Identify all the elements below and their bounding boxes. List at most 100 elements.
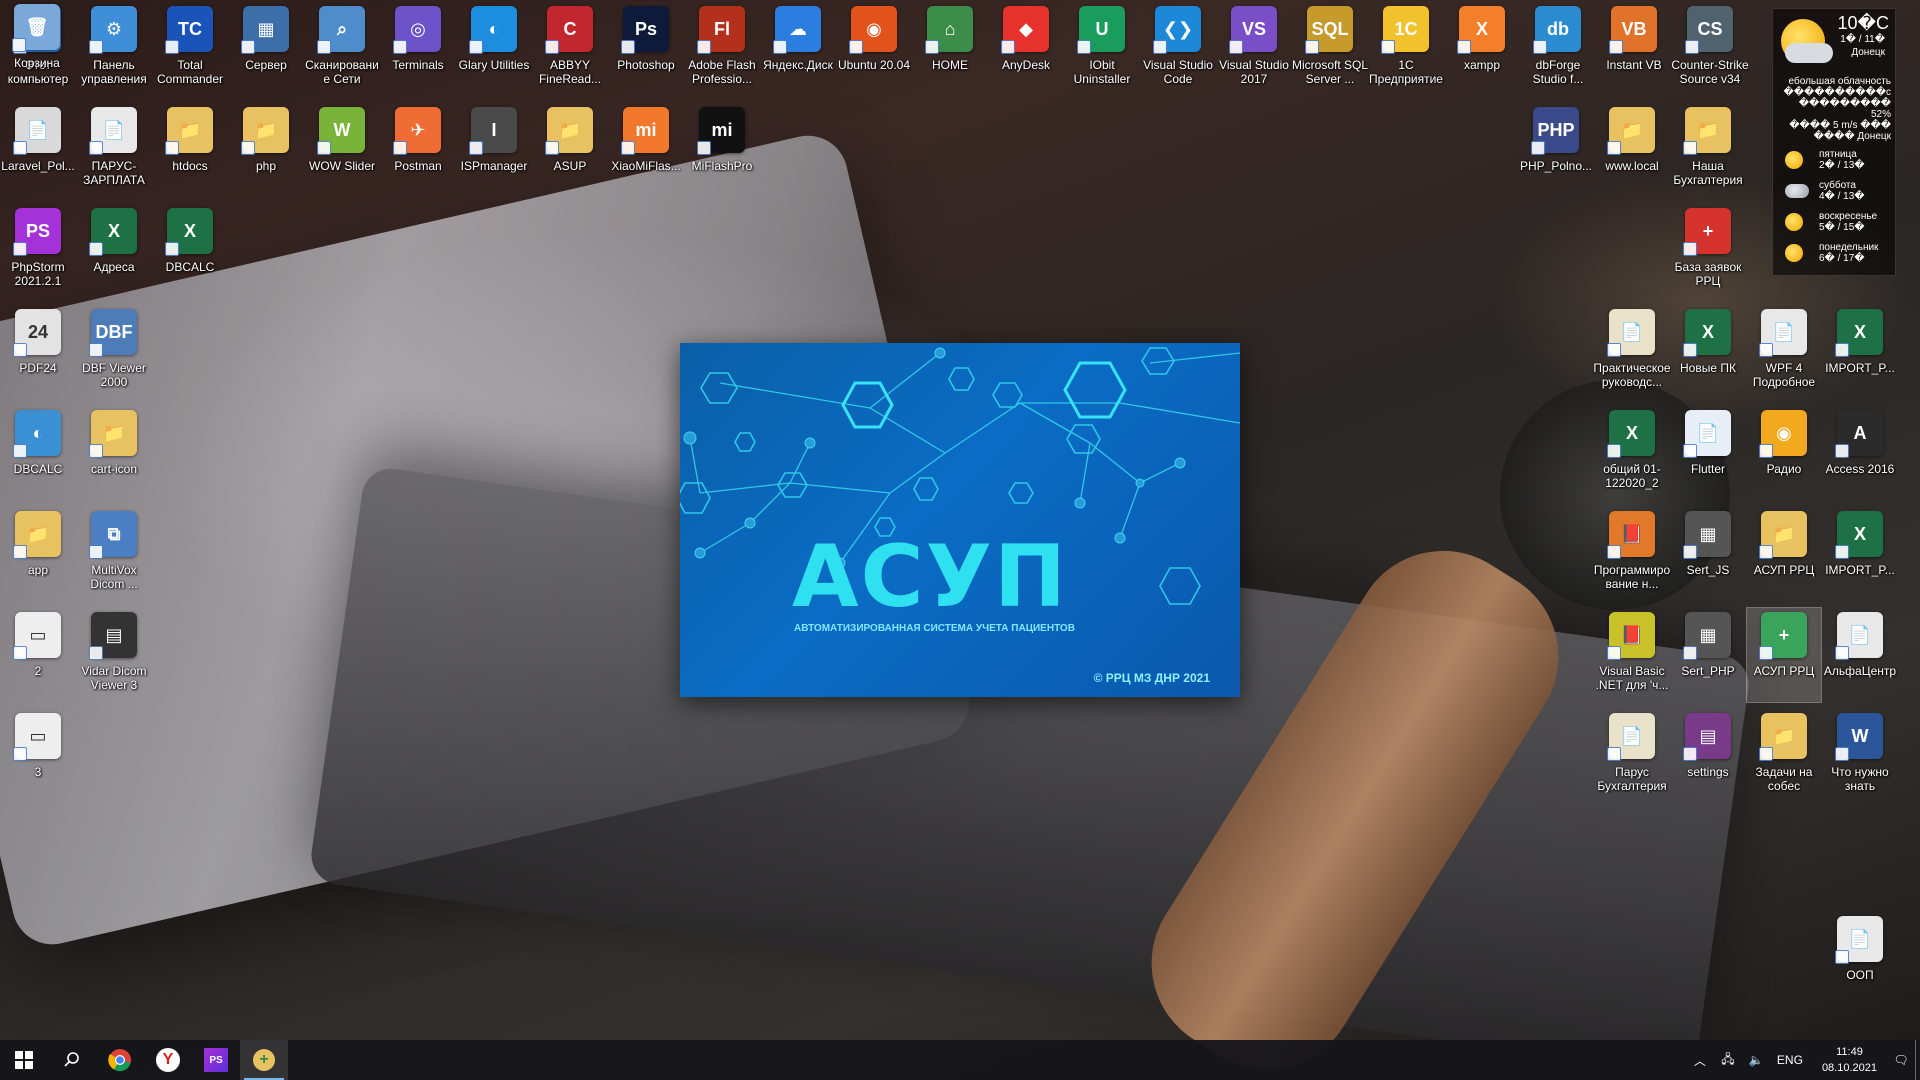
desktop-icon-2[interactable]: ▭ 2 [1,608,75,702]
desktop-icon-label: Наша Бухгалтерия [1673,159,1743,187]
desktop-icon-terminals[interactable]: ◎ Terminals [381,2,455,96]
desktop-icon-visual-studio-2017[interactable]: VS Visual Studio 2017 [1217,2,1291,96]
desktop-icon-iobit-uninstaller[interactable]: U IObit Uninstaller [1065,2,1139,96]
desktop-icon-dbcalc[interactable]: ◐ DBCALC [1,406,75,500]
clock[interactable]: 11:49 08.10.2021 [1822,1044,1877,1076]
desktop-icon-app[interactable]: 📁 app [1,507,75,601]
desktop-icon-dbforge-studio-f[interactable]: db dbForge Studio f... [1521,2,1595,96]
desktop-icon-wpf-4-подробное-руков[interactable]: 📄 WPF 4 Подробное руков... [1747,305,1821,399]
desktop-icon-vidar-dicom-viewer-3[interactable]: ▤ Vidar Dicom Viewer 3 [77,608,151,702]
app-icon: 📄 [1835,612,1883,660]
desktop-icon-sert-php[interactable]: ▦ Sert_PHP [1671,608,1745,702]
desktop-icon-наша-бухгалтерия[interactable]: 📁 Наша Бухгалтерия [1671,103,1745,197]
desktop-icon-glary-utilities[interactable]: ◐ Glary Utilities [457,2,531,96]
desktop-icon-яндекс-диск[interactable]: ☁ Яндекс.Диск [761,2,835,96]
desktop-icon-anydesk[interactable]: ◆ AnyDesk [989,2,1063,96]
desktop-icon-label: ABBYY FineRead... [538,58,602,86]
language-indicator[interactable]: ENG [1773,1053,1807,1067]
desktop-icon-sert-js[interactable]: ▦ Sert_JS [1671,507,1745,601]
desktop-icon-flutter[interactable]: 📄 Flutter [1671,406,1745,500]
desktop-icon-counter-strike-source-v34[interactable]: CS Counter-Strike Source v34 [1671,2,1749,96]
desktop-icon-альфацентр[interactable]: 📄 АльфаЦентр [1823,608,1897,702]
desktop-icon-адреса[interactable]: X Адреса [77,204,151,298]
desktop-icon-miflashpro[interactable]: mi MiFlashPro [685,103,759,197]
desktop-icon-асуп-ррц[interactable]: 📁 АСУП РРЦ [1747,507,1821,601]
desktop-icon-корзина[interactable]: 🗑 Корзина [0,0,74,94]
desktop-icon-htdocs[interactable]: 📁 htdocs [153,103,227,197]
desktop-icon-wow-slider[interactable]: W WOW Slider [305,103,379,197]
desktop-icon-photoshop[interactable]: Ps Photoshop [609,2,683,96]
desktop-icon-общий-01-122020-2[interactable]: Xобщий 01-122020_2 [1595,406,1669,500]
desktop-icon-label: PHP_Polno... [1519,159,1593,173]
desktop-icon-abbyy-fineread[interactable]: C ABBYY FineRead... [533,2,607,96]
desktop-icon-xiaomiflas[interactable]: mi XiaoMiFlas... [609,103,683,197]
taskbar-asup[interactable]: + [240,1040,288,1080]
desktop-icon-сканирование-сети[interactable]: ⌕ Сканирование Сети [305,2,379,96]
desktop-icon-cart-icon[interactable]: 📁 cart-icon [77,406,151,500]
show-desktop-button[interactable] [1915,1040,1920,1080]
app-icon: X [165,208,213,256]
desktop-icon-label: Практическое руководс... [1593,361,1671,389]
desktop-icon-import-p[interactable]: X IMPORT_P... [1823,507,1897,601]
desktop-icon-label: 3 [34,765,42,779]
desktop-icon-dbcalc[interactable]: X DBCALC [153,204,227,298]
taskbar-phpstorm[interactable]: PS [192,1040,240,1080]
desktop-icon-microsoft-sql-server[interactable]: SQL Microsoft SQL Server ... [1292,2,1368,96]
forecast-day-name: понедельник [1819,242,1879,253]
desktop-icon-парус-зарплата[interactable]: 📄 ПАРУС-ЗАРПЛАТА [77,103,151,197]
desktop-icon-label: Instant VB [1606,58,1662,72]
desktop-icon-total-commander[interactable]: TC Total Commander [153,2,227,96]
desktop-icon-adobe-flash-professio[interactable]: Fl Adobe Flash Professio... [685,2,759,96]
desktop-icon-laravel-pol[interactable]: 📄 Laravel_Pol... [1,103,75,197]
desktop-icon-home[interactable]: ⌂ HOME [913,2,987,96]
desktop-icon-phpstorm-2021-2-1[interactable]: PS PhpStorm 2021.2.1 [1,204,75,298]
app-icon: X [1835,309,1883,357]
desktop-icon-асуп-ррц[interactable]: + АСУП РРЦ [1746,607,1822,703]
desktop-icon-сервер[interactable]: ▦ Сервер [229,2,303,96]
desktop-icon-ubuntu-20-04[interactable]: ◉ Ubuntu 20.04 [837,2,911,96]
desktop-icon-asup[interactable]: 📁 ASUP [533,103,607,197]
desktop-icon-ispmanager[interactable]: I ISPmanager [457,103,531,197]
desktop-icon-задачи-на-собес[interactable]: 📁 Задачи на собес [1747,709,1821,803]
chevron-up-icon[interactable]: ︿ [1689,1052,1711,1069]
desktop-icon-multivox-dicom[interactable]: ⧉ MultiVox Dicom ... [77,507,151,601]
desktop-icon-3[interactable]: ▭ 3 [1,709,75,803]
desktop-icon-что-нужно-знать[interactable]: W Что нужно знать [1823,709,1897,803]
desktop-icon-www-local[interactable]: 📁 www.local [1595,103,1669,197]
asup-app-icon: + [253,1049,275,1071]
desktop-icon-парус-бухгалтерия[interactable]: 📄 Парус Бухгалтерия [1595,709,1669,803]
desktop-icon-access-2016[interactable]: A Access 2016 [1823,406,1897,500]
desktop-icon-xampp[interactable]: Xxampp [1445,2,1519,96]
desktop-icon-pdf24[interactable]: 24 PDF24 [1,305,75,399]
desktop-icon-радио[interactable]: ◉ Радио [1747,406,1821,500]
desktop-icon-label: Сканирование Сети [305,58,379,86]
network-icon[interactable]: 🖧 [1717,1050,1739,1071]
start-button[interactable] [0,1040,48,1080]
desktop-icon-php[interactable]: 📁 php [229,103,303,197]
desktop-icon-новые-пк[interactable]: X Новые ПК [1671,305,1745,399]
forecast-day: воскресенье 5� / 15� [1781,209,1891,237]
desktop-icon-instant-vb[interactable]: VB Instant VB [1597,2,1671,96]
taskbar-yandex-browser[interactable]: Y [144,1040,192,1080]
search-button[interactable] [48,1040,96,1080]
desktop-icon-postman[interactable]: ✈ Postman [381,103,455,197]
desktop-icon-панель-управления[interactable]: ⚙ Панель управления [77,2,151,96]
desktop-icon-1с-предприятие[interactable]: 1С 1С Предприятие [1369,2,1443,96]
desktop-icon-visual-basic-net-для-ч[interactable]: 📕 Visual Basic .NET для 'ч... [1595,608,1669,702]
desktop-icon-практическое-руководс[interactable]: 📄 Практическое руководс... [1593,305,1671,399]
desktop-icon-import-p[interactable]: X IMPORT_P... [1823,305,1897,399]
app-icon: 📕 [1607,511,1655,559]
desktop-icon-программирование-н[interactable]: 📕 Программирование н... [1594,507,1670,601]
desktop-icon-visual-studio-code[interactable]: ❮❯ Visual Studio Code [1141,2,1215,96]
forecast-temps: 6� / 17� [1819,253,1865,264]
taskbar-chrome[interactable] [96,1040,144,1080]
app-icon: + [1759,612,1807,660]
desktop-icon-php-polno[interactable]: PHP PHP_Polno... [1519,103,1593,197]
desktop-icon-dbf-viewer-2000[interactable]: DBF DBF Viewer 2000 [77,305,151,399]
desktop-icon-ооп[interactable]: 📄 ООП [1823,912,1897,1006]
desktop-icon-settings[interactable]: ▤ settings [1671,709,1745,803]
notification-icon[interactable]: 🗨 [1890,1053,1912,1067]
desktop-icon-база-заявок-ррц[interactable]: + База заявок РРЦ [1671,204,1745,298]
volume-icon[interactable]: 🔈 [1745,1053,1767,1067]
weather-widget[interactable]: 10�C 1� / 11� Донецк ебольшая облачность… [1772,8,1896,276]
